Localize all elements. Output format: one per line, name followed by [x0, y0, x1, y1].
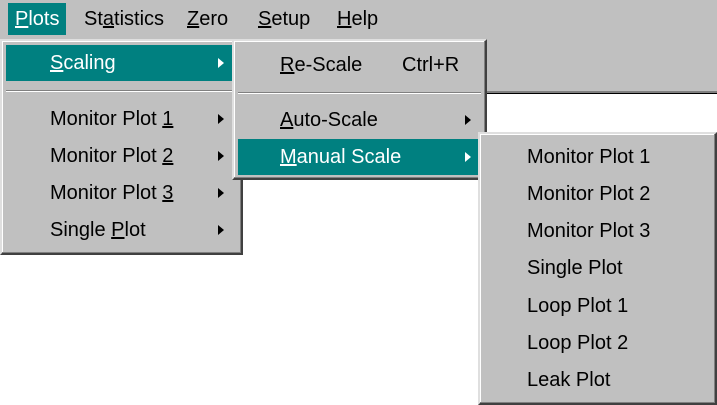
- menu-item-auto-scale[interactable]: Auto-Scale: [238, 102, 481, 138]
- menu-item-loop-plot-1[interactable]: Loop Plot 1: [484, 288, 711, 324]
- menu-statistics[interactable]: Statistics: [77, 3, 171, 35]
- menu-item-monitor-plot-2[interactable]: Monitor Plot 2: [6, 138, 237, 174]
- submenu-arrow-icon: [218, 151, 224, 161]
- menu-item-monitor-plot-2[interactable]: Monitor Plot 2: [484, 176, 711, 212]
- menu-plots[interactable]: Plots: [8, 3, 67, 35]
- menu-bar: Plots Statistics Zero Setup Help: [0, 0, 717, 39]
- submenu-arrow-icon: [465, 152, 471, 162]
- menu-item-loop-plot-2[interactable]: Loop Plot 2: [484, 325, 711, 361]
- submenu-arrow-icon: [218, 188, 224, 198]
- menu-setup[interactable]: Setup: [251, 3, 317, 35]
- menu-item-leak-plot[interactable]: Leak Plot: [484, 362, 711, 398]
- menu-item-single-plot[interactable]: Single Plot: [6, 212, 237, 248]
- menu-item-manual-scale[interactable]: Manual Scale: [238, 139, 481, 175]
- menu-item-single-plot[interactable]: Single Plot: [484, 250, 711, 286]
- submenu-arrow-icon: [218, 58, 224, 68]
- menu-item-monitor-plot-3[interactable]: Monitor Plot 3: [484, 213, 711, 249]
- menu-help[interactable]: Help: [330, 3, 385, 35]
- menu-item-scaling[interactable]: Scaling: [6, 45, 237, 81]
- menu-separator: [238, 92, 481, 94]
- submenu-arrow-icon: [218, 114, 224, 124]
- plots-menu: Scaling Monitor Plot 1 Monitor Plot 2 Mo…: [0, 39, 243, 255]
- menu-item-monitor-plot-1[interactable]: Monitor Plot 1: [484, 139, 711, 175]
- menu-separator: [6, 90, 237, 92]
- menu-item-rescale[interactable]: Re-Scale Ctrl+R: [238, 47, 481, 83]
- menu-item-monitor-plot-3[interactable]: Monitor Plot 3: [6, 175, 237, 211]
- menu-zero[interactable]: Zero: [180, 3, 235, 35]
- manual-scale-submenu: Monitor Plot 1 Monitor Plot 2 Monitor Pl…: [478, 132, 717, 405]
- scaling-submenu: Re-Scale Ctrl+R Auto-Scale Manual Scale: [232, 39, 487, 180]
- menu-item-monitor-plot-1[interactable]: Monitor Plot 1: [6, 101, 237, 137]
- submenu-arrow-icon: [218, 225, 224, 235]
- shortcut-label: Ctrl+R: [402, 54, 460, 76]
- submenu-arrow-icon: [465, 115, 471, 125]
